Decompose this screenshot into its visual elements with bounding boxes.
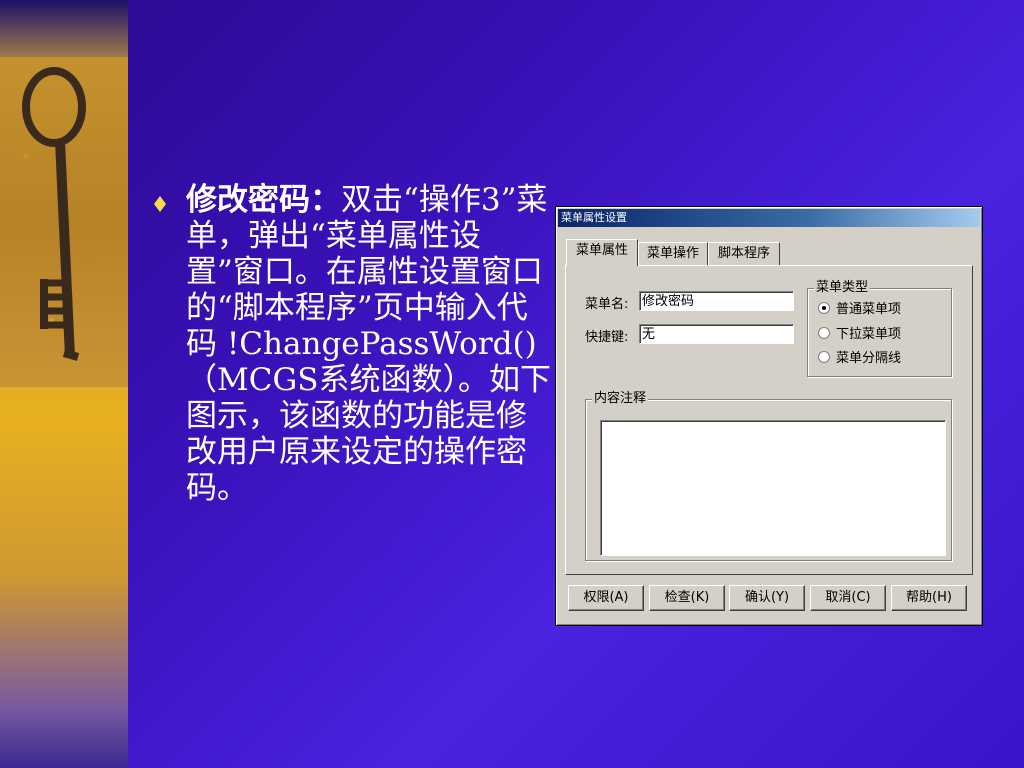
menu-type-group: 菜单类型 普通菜单项 下拉菜单项 菜单分隔线 (807, 280, 952, 377)
radio-separator-item[interactable]: 菜单分隔线 (818, 350, 901, 368)
radio-normal-label: 普通菜单项 (836, 302, 902, 317)
radio-selected-icon (818, 302, 830, 314)
tab-panel: 菜单名: 修改密码 快捷键: 无 菜单类型 普通菜单项 下拉菜单项 菜单分隔线 … (565, 265, 973, 575)
menu-name-label: 菜单名: (585, 297, 629, 312)
radio-unselected-icon (818, 327, 830, 339)
shortcut-input[interactable]: 无 (639, 324, 794, 344)
confirm-button[interactable]: 确认(Y) (729, 585, 805, 611)
permission-button[interactable]: 权限(A) (568, 585, 644, 611)
slide-body: 双击“操作3”菜单，弹出“菜单属性设置”窗口。在属性设置窗口的“脚本程序”页中输… (186, 182, 551, 506)
radio-dropdown-item[interactable]: 下拉菜单项 (818, 326, 901, 344)
cancel-button[interactable]: 取消(C) (810, 585, 886, 611)
radio-normal-item[interactable]: 普通菜单项 (818, 301, 901, 319)
shortcut-label: 快捷键: (585, 330, 629, 345)
tab-script-program[interactable]: 脚本程序 (708, 242, 780, 265)
slide-heading: 修改密码： (186, 182, 341, 218)
menu-properties-dialog: 菜单属性设置 菜单属性 菜单操作 脚本程序 菜单名: 修改密码 快捷键: 无 菜… (555, 206, 983, 626)
check-button[interactable]: 检查(K) (649, 585, 725, 611)
slide-body-text: 修改密码：双击“操作3”菜单，弹出“菜单属性设置”窗口。在属性设置窗口的“脚本程… (186, 182, 551, 506)
menu-name-input[interactable]: 修改密码 (639, 291, 794, 311)
content-note-group: 内容注释 (585, 391, 952, 561)
tab-menu-properties[interactable]: 菜单属性 (566, 239, 638, 266)
radio-unselected-icon (818, 351, 830, 363)
dialog-titlebar[interactable]: 菜单属性设置 (558, 209, 980, 227)
content-note-textarea[interactable] (600, 420, 946, 556)
tab-menu-actions[interactable]: 菜单操作 (638, 242, 708, 265)
radio-dropdown-label: 下拉菜单项 (836, 327, 902, 342)
radio-separator-label: 菜单分隔线 (836, 351, 902, 366)
menu-type-title: 菜单类型 (814, 280, 871, 296)
help-button[interactable]: 帮助(H) (891, 585, 967, 611)
key-image (0, 57, 128, 387)
content-note-title: 内容注释 (592, 391, 649, 407)
diamond-bullet-icon (154, 196, 166, 212)
